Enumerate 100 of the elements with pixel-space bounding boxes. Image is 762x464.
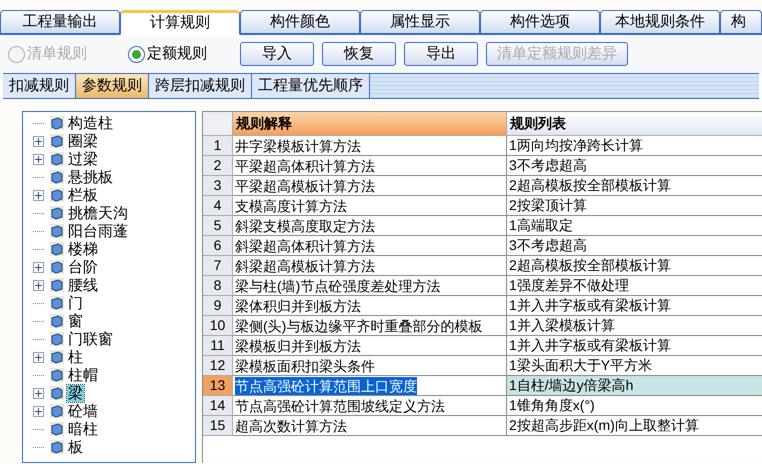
tree-item[interactable]: 悬挑板: [67, 168, 114, 186]
tree-item[interactable]: 板: [67, 438, 84, 456]
component-icon: [49, 313, 65, 329]
tab[interactable]: 构: [720, 10, 762, 34]
toolbar-button[interactable]: 导出: [404, 42, 478, 66]
table-cell: 3不考虑超高: [507, 156, 762, 176]
table-cell: 1高端取定: [507, 216, 762, 236]
tree-item[interactable]: 栏板: [67, 186, 99, 204]
row-number: 2: [203, 156, 233, 176]
component-icon: [49, 259, 65, 275]
component-icon: [49, 223, 65, 239]
tree-item[interactable]: 门: [67, 294, 84, 312]
expand-toggle[interactable]: [32, 154, 44, 164]
component-icon: [49, 187, 65, 203]
component-icon: [49, 205, 65, 221]
component-icon: [49, 385, 65, 401]
tree-item[interactable]: 柱帽: [67, 366, 99, 384]
table-cell: 梁体积归并到板方法: [235, 296, 361, 314]
tab[interactable]: 计算规则: [120, 10, 240, 35]
tree-item[interactable]: 梁: [67, 384, 84, 402]
expand-toggle[interactable]: [32, 136, 44, 146]
row-number: 8: [203, 276, 233, 296]
table-cell: 1强度差异不做处理: [507, 276, 762, 296]
toolbar-button[interactable]: 导入: [240, 42, 314, 66]
tab[interactable]: 属性显示: [360, 10, 480, 34]
tree-item[interactable]: 柱: [67, 348, 84, 366]
table-cell: 2按超高步距x(m)向上取整计算: [507, 416, 762, 436]
row-number: 12: [203, 356, 233, 376]
component-icon: [49, 421, 65, 437]
table-cell: 井字梁模板计算方法: [235, 136, 361, 154]
table-cell: 1自柱/墙边y倍梁高h: [507, 376, 762, 396]
table-cell: 2超高模板按全部模板计算: [507, 176, 762, 196]
expand-toggle[interactable]: [32, 388, 44, 398]
tree-item[interactable]: 台阶: [67, 258, 99, 276]
component-icon: [49, 241, 65, 257]
component-icon: [49, 169, 65, 185]
tree-item[interactable]: 圈梁: [67, 132, 99, 150]
row-number: 6: [203, 236, 233, 256]
component-icon: [49, 403, 65, 419]
tree-item[interactable]: 门联窗: [67, 330, 114, 348]
table-cell: 2按梁顶计算: [507, 196, 762, 216]
table-cell: 梁模板面积扣梁头条件: [235, 356, 375, 374]
row-number: 7: [203, 256, 233, 276]
table-cell: 1锥角角度x(°): [507, 396, 762, 416]
component-icon: [49, 349, 65, 365]
tree-item[interactable]: 过梁: [67, 150, 99, 168]
tree-item[interactable]: 砼墙: [67, 402, 99, 420]
table-cell: 梁与柱(墙)节点砼强度差处理方法: [235, 276, 440, 294]
row-number: 10: [203, 316, 233, 336]
component-icon: [49, 277, 65, 293]
column-header[interactable]: 规则列表: [507, 112, 762, 136]
sub-tab[interactable]: 参数规则: [76, 74, 149, 98]
expand-toggle[interactable]: [32, 262, 44, 272]
row-number: 14: [203, 396, 233, 416]
table-cell: 支模高度计算方法: [235, 196, 347, 214]
table-cell: 梁模板归并到板方法: [235, 336, 361, 354]
table-cell: 节点高强砼计算范围坡线定义方法: [235, 396, 445, 414]
sub-tab[interactable]: 工程量优先顺序: [252, 74, 370, 98]
component-icon: [49, 115, 65, 131]
table-cell: 斜梁超高体积计算方法: [235, 236, 375, 254]
tab[interactable]: 构件选项: [480, 10, 600, 34]
tab[interactable]: 构件颜色: [240, 10, 360, 34]
table-cell: 1并入井字板或有梁板计算: [507, 336, 762, 356]
tree-item[interactable]: 挑檐天沟: [67, 204, 129, 222]
component-icon: [49, 151, 65, 167]
expand-toggle[interactable]: [32, 190, 44, 200]
table-cell: 梁侧(头)与板边缘平齐时重叠部分的模板: [235, 316, 482, 334]
radio-label: 清单规则: [27, 44, 87, 64]
tree-item[interactable]: 楼梯: [67, 240, 99, 258]
sub-tab[interactable]: 跨层扣减规则: [149, 74, 252, 98]
tree-item[interactable]: 窗: [67, 312, 84, 330]
tree-item[interactable]: 构造柱: [67, 114, 114, 132]
sub-tab[interactable]: 扣减规则: [3, 74, 76, 98]
table-cell: 斜梁支模高度取定方法: [235, 216, 375, 234]
table-cell: 3不考虑超高: [507, 236, 762, 256]
row-number: 15: [203, 416, 233, 436]
radio-label: 定额规则: [147, 44, 207, 64]
toolbar-button[interactable]: 恢复: [322, 42, 396, 66]
row-number: 1: [203, 136, 233, 156]
table-cell: 平梁超高体积计算方法: [235, 156, 375, 174]
radio-button[interactable]: [128, 46, 145, 62]
tab[interactable]: 本地规则条件: [600, 10, 720, 34]
expand-toggle[interactable]: [32, 352, 44, 362]
component-icon: [49, 439, 65, 455]
table-cell: 平梁超高模板计算方法: [235, 176, 375, 194]
component-icon: [49, 295, 65, 311]
tree-item[interactable]: 暗柱: [67, 420, 99, 438]
tree-item[interactable]: 阳台雨蓬: [67, 222, 129, 240]
expand-toggle[interactable]: [32, 280, 44, 290]
tab[interactable]: 工程量输出: [0, 10, 120, 34]
row-number: 3: [203, 176, 233, 196]
row-number: 13: [203, 376, 233, 396]
tree-item[interactable]: 腰线: [67, 276, 99, 294]
component-icon: [49, 331, 65, 347]
row-number: 5: [203, 216, 233, 236]
expand-toggle[interactable]: [32, 406, 44, 416]
component-icon: [49, 367, 65, 383]
row-number: 9: [203, 296, 233, 316]
column-header[interactable]: 规则解释: [233, 112, 507, 136]
component-icon: [49, 133, 65, 149]
